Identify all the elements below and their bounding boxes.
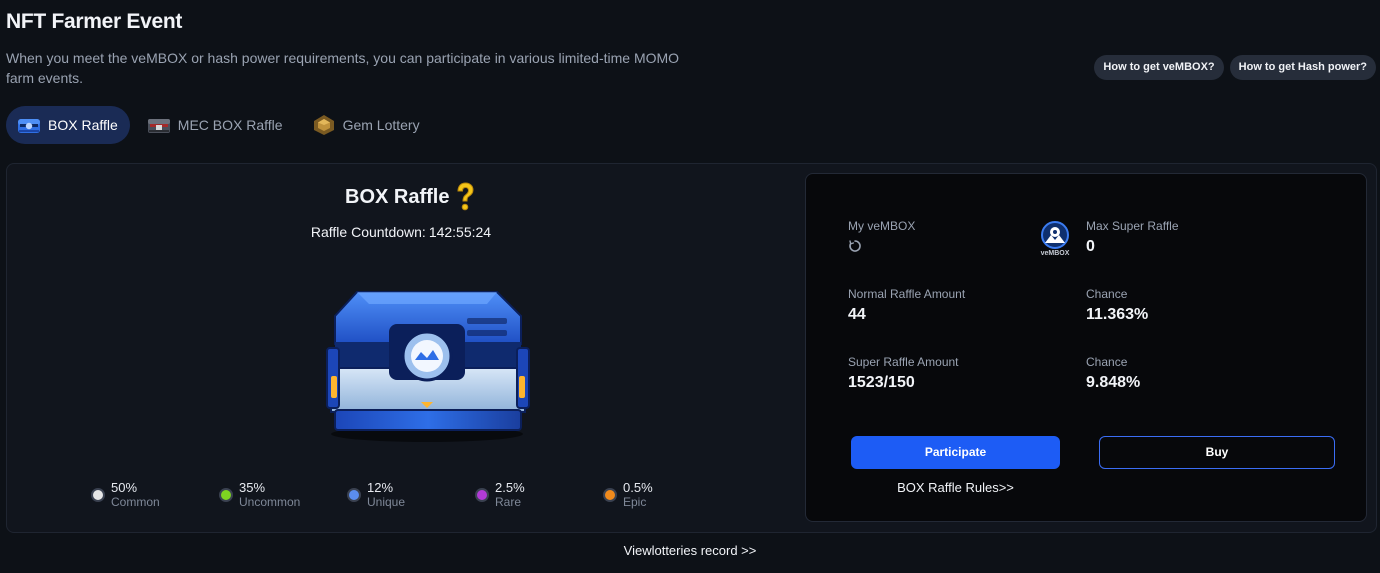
loading-spinner-icon bbox=[849, 240, 861, 252]
rarity-pct: 50% bbox=[111, 480, 138, 495]
page-title: NFT Farmer Event bbox=[6, 10, 183, 33]
rarity-epic: 0.5% Epic bbox=[603, 480, 653, 510]
raffle-title: BOX Raffle bbox=[345, 186, 450, 208]
normal-chance-value: 11.363% bbox=[1086, 306, 1149, 323]
rarity-common: 50% Common bbox=[91, 480, 160, 510]
super-raffle-amount-label: Super Raffle Amount bbox=[848, 355, 959, 369]
normal-chance-stat: Chance 11.363% bbox=[1086, 287, 1148, 324]
rarity-name: Epic bbox=[623, 495, 647, 509]
rarity-rare: 2.5% Rare bbox=[475, 480, 525, 510]
participate-button[interactable]: Participate bbox=[851, 436, 1060, 469]
mec-box-icon bbox=[147, 119, 170, 133]
max-super-raffle-value: 0 bbox=[1086, 238, 1095, 255]
rarity-dot-uncommon bbox=[219, 488, 233, 502]
tab-mec-box-raffle[interactable]: MEC BOX Raffle bbox=[136, 106, 295, 144]
my-vembox-stat: My veMBOX bbox=[848, 219, 915, 253]
rarity-name: Rare bbox=[495, 495, 522, 509]
page-description: When you meet the veMBOX or hash power r… bbox=[6, 50, 680, 86]
rarity-dot-epic bbox=[603, 488, 617, 502]
vembox-badge: veMBOX bbox=[1037, 221, 1073, 259]
box-raffle-rules-link[interactable]: BOX Raffle Rules>> bbox=[851, 480, 1060, 495]
raffle-stats-panel: My veMBOX veMBOX Max Super Raffle 0 Norm… bbox=[805, 173, 1367, 522]
how-to-get-hash-power-button[interactable]: How to get Hash power? bbox=[1229, 55, 1376, 80]
rarity-pct: 35% bbox=[239, 480, 266, 495]
super-raffle-amount-stat: Super Raffle Amount 1523/150 bbox=[848, 355, 959, 392]
question-mark-icon[interactable] bbox=[452, 181, 478, 213]
rarity-name: Common bbox=[111, 495, 160, 509]
normal-raffle-amount-stat: Normal Raffle Amount 44 bbox=[848, 287, 965, 324]
tab-label: Gem Lottery bbox=[342, 117, 420, 133]
gem-icon bbox=[313, 115, 334, 135]
rarity-name: Unique bbox=[367, 495, 406, 509]
rarity-dot-rare bbox=[475, 488, 489, 502]
countdown-value: 142:55:24 bbox=[428, 224, 492, 240]
rarity-name: Uncommon bbox=[239, 495, 301, 509]
tab-box-raffle[interactable]: BOX Raffle bbox=[6, 106, 130, 144]
help-buttons: How to get veMBOX? How to get Hash power… bbox=[1094, 55, 1376, 80]
view-lotteries-record-link[interactable]: Viewlotteries record >> bbox=[0, 543, 1380, 558]
rarity-uncommon: 35% Uncommon bbox=[219, 480, 300, 510]
max-super-raffle-stat: Max Super Raffle 0 bbox=[1086, 219, 1179, 256]
normal-chance-label: Chance bbox=[1086, 287, 1128, 301]
rarity-unique: 12% Unique bbox=[347, 480, 405, 510]
normal-raffle-amount-label: Normal Raffle Amount bbox=[848, 287, 966, 301]
super-chance-stat: Chance 9.848% bbox=[1086, 355, 1140, 392]
normal-raffle-amount-value: 44 bbox=[848, 306, 866, 323]
rarity-dot-common bbox=[91, 488, 105, 502]
rarity-pct: 0.5% bbox=[623, 480, 653, 495]
max-super-raffle-label: Max Super Raffle bbox=[1086, 219, 1179, 233]
countdown-label: Raffle Countdown: bbox=[310, 224, 426, 240]
blue-box-icon bbox=[18, 119, 40, 133]
raffle-panel: BOX Raffle Raffle Countdown: 142:55:24 5… bbox=[6, 163, 1377, 533]
rarity-pct: 2.5% bbox=[495, 480, 525, 495]
vembox-badge-text: veMBOX bbox=[1040, 250, 1070, 257]
vembox-logo-icon bbox=[1041, 221, 1069, 249]
tab-gem-lottery[interactable]: Gem Lottery bbox=[301, 106, 432, 144]
super-chance-value: 9.848% bbox=[1086, 374, 1141, 391]
super-raffle-amount-value: 1523/150 bbox=[848, 374, 915, 391]
my-vembox-label: My veMBOX bbox=[848, 219, 916, 233]
tab-label: MEC BOX Raffle bbox=[177, 117, 283, 133]
event-tabs: BOX Raffle MEC BOX Raffle Gem Lottery bbox=[6, 106, 432, 144]
how-to-get-vembox-button[interactable]: How to get veMBOX? bbox=[1094, 55, 1224, 80]
rarity-dot-unique bbox=[347, 488, 361, 502]
super-chance-label: Chance bbox=[1086, 355, 1128, 369]
buy-button[interactable]: Buy bbox=[1099, 436, 1335, 469]
rarity-pct: 12% bbox=[367, 480, 394, 495]
tab-label: BOX Raffle bbox=[48, 117, 118, 133]
blue-box-chest-image bbox=[326, 291, 530, 442]
raffle-countdown: Raffle Countdown: 142:55:24 bbox=[7, 224, 795, 240]
